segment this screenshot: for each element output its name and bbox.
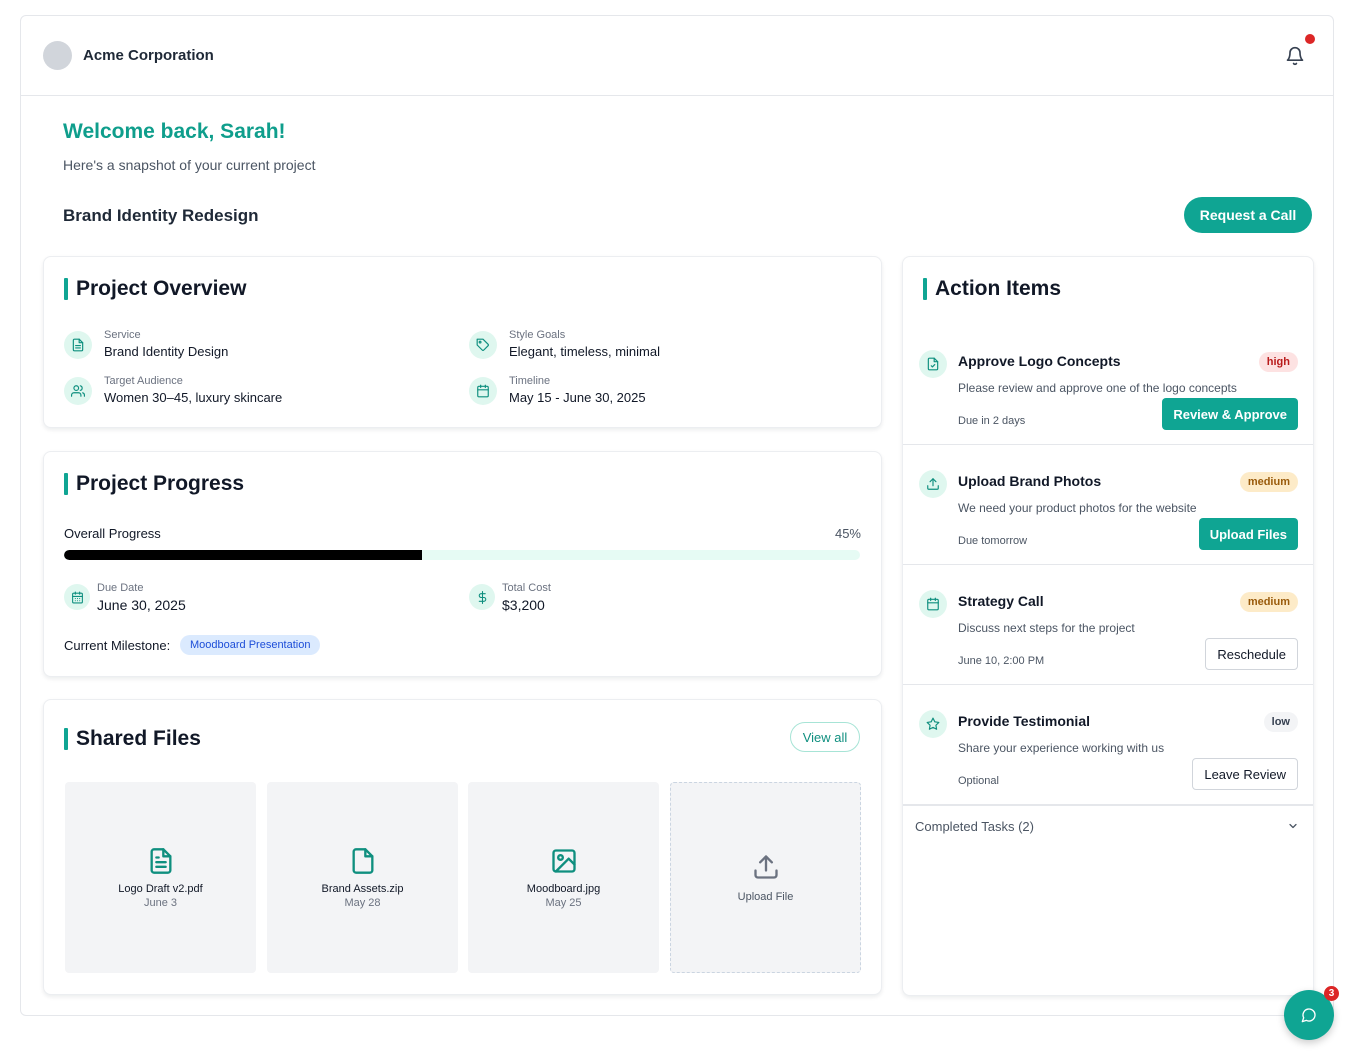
action-item: Strategy Call medium Discuss next steps … bbox=[903, 565, 1313, 685]
action-due: Due tomorrow bbox=[958, 535, 1028, 547]
overview-label: Target Audience bbox=[104, 375, 183, 387]
total-cost: Total Cost $3,200 bbox=[469, 582, 849, 616]
action-due: Optional bbox=[958, 775, 999, 787]
overall-progress-percent: 45% bbox=[834, 526, 861, 541]
priority-badge: medium bbox=[1239, 472, 1298, 492]
overview-label: Style Goals bbox=[509, 329, 566, 341]
action-due: Due in 2 days bbox=[958, 415, 1026, 427]
action-item: Provide Testimonial low Share your exper… bbox=[903, 685, 1313, 805]
file-check-icon bbox=[919, 350, 947, 378]
overview-label: Service bbox=[104, 329, 141, 341]
request-call-button[interactable]: Request a Call bbox=[1184, 197, 1312, 233]
calendar-icon bbox=[919, 590, 947, 618]
overview-value: Brand Identity Design bbox=[104, 344, 229, 359]
file-tile[interactable]: Logo Draft v2.pdf June 3 bbox=[65, 782, 256, 973]
action-item: Upload Brand Photos medium We need your … bbox=[903, 445, 1313, 565]
overview-style-goals: Style Goals Elegant, timeless, minimal bbox=[469, 329, 849, 363]
action-items-card: Action Items Approve Logo Concepts high … bbox=[902, 256, 1314, 996]
document-icon bbox=[64, 331, 92, 359]
action-title: Provide Testimonial bbox=[958, 713, 1090, 729]
progress-bar-fill bbox=[64, 550, 423, 560]
tag-icon bbox=[469, 331, 497, 359]
company-avatar[interactable] bbox=[43, 41, 72, 70]
action-title: Strategy Call bbox=[958, 593, 1044, 609]
overview-timeline: Timeline May 15 - June 30, 2025 bbox=[469, 375, 849, 409]
shared-files-card: Shared Files View all Logo Draft v2.pdf … bbox=[43, 699, 882, 995]
company-name: Acme Corporation bbox=[83, 47, 214, 64]
upload-file-label: Upload File bbox=[737, 890, 794, 903]
priority-badge: medium bbox=[1239, 592, 1298, 612]
calendar-icon bbox=[469, 377, 497, 405]
dollar-icon bbox=[469, 584, 495, 610]
overview-label: Timeline bbox=[509, 375, 551, 387]
overview-service: Service Brand Identity Design bbox=[64, 329, 444, 363]
action-title: Upload Brand Photos bbox=[958, 473, 1102, 489]
chevron-down-icon bbox=[1289, 823, 1297, 829]
completed-tasks-label: Completed Tasks (2) bbox=[915, 819, 1034, 834]
action-description: Discuss next steps for the project bbox=[958, 621, 1135, 635]
milestone-badge: Moodboard Presentation bbox=[180, 635, 321, 655]
overview-value: Elegant, timeless, minimal bbox=[509, 344, 660, 359]
notification-dot bbox=[1305, 34, 1315, 44]
action-description: Share your experience working with us bbox=[958, 741, 1165, 755]
priority-badge: high bbox=[1258, 352, 1298, 372]
file-name: Logo Draft v2.pdf bbox=[118, 882, 203, 895]
overview-target-audience: Target Audience Women 30–45, luxury skin… bbox=[64, 375, 444, 409]
current-milestone-label: Current Milestone: bbox=[64, 638, 171, 653]
file-name: Brand Assets.zip bbox=[321, 882, 404, 895]
due-date-label: Due Date bbox=[97, 582, 144, 594]
completed-tasks-toggle[interactable]: Completed Tasks (2) bbox=[903, 805, 1313, 845]
file-tile[interactable]: Brand Assets.zip May 28 bbox=[267, 782, 458, 973]
top-bar: Acme Corporation bbox=[21, 16, 1333, 96]
file-date: May 28 bbox=[344, 896, 381, 909]
users-icon bbox=[64, 377, 92, 405]
app-frame: Acme Corporation Welcome back, Sarah! He… bbox=[20, 15, 1334, 1016]
overview-value: Women 30–45, luxury skincare bbox=[104, 390, 283, 405]
reschedule-button[interactable]: Reschedule bbox=[1205, 638, 1298, 670]
file-text-icon bbox=[150, 847, 171, 874]
progress-title: Project Progress bbox=[64, 472, 244, 496]
overall-progress-label: Overall Progress bbox=[64, 526, 161, 541]
project-overview-card: Project Overview Service Brand Identity … bbox=[43, 256, 882, 428]
shared-files-title: Shared Files bbox=[64, 727, 201, 751]
leave-review-button[interactable]: Leave Review bbox=[1192, 758, 1298, 790]
action-description: Please review and approve one of the log… bbox=[958, 381, 1237, 395]
calendar-icon bbox=[64, 584, 90, 610]
bell-icon[interactable] bbox=[1285, 46, 1305, 66]
file-tile[interactable]: Moodboard.jpg May 25 bbox=[468, 782, 659, 973]
action-title: Approve Logo Concepts bbox=[958, 353, 1121, 369]
image-icon bbox=[551, 848, 576, 873]
welcome-subtitle: Here's a snapshot of your current projec… bbox=[63, 157, 316, 173]
priority-badge: low bbox=[1263, 712, 1298, 732]
project-progress-card: Project Progress Overall Progress 45% Du… bbox=[43, 451, 882, 677]
file-icon bbox=[352, 847, 373, 874]
due-date-value: June 30, 2025 bbox=[97, 597, 186, 613]
review-approve-button[interactable]: Review & Approve bbox=[1162, 398, 1298, 430]
file-date: June 3 bbox=[143, 896, 178, 909]
overview-title: Project Overview bbox=[64, 277, 246, 301]
due-date: Due Date June 30, 2025 bbox=[64, 582, 444, 616]
upload-icon bbox=[753, 854, 778, 879]
star-icon bbox=[919, 710, 947, 738]
action-item: Approve Logo Concepts high Please review… bbox=[903, 325, 1313, 445]
upload-files-button[interactable]: Upload Files bbox=[1198, 518, 1298, 550]
action-description: We need your product photos for the webs… bbox=[958, 501, 1197, 515]
upload-file-tile[interactable]: Upload File bbox=[670, 782, 861, 973]
progress-bar bbox=[64, 550, 860, 560]
project-name: Brand Identity Redesign bbox=[63, 206, 259, 225]
overview-value: May 15 - June 30, 2025 bbox=[509, 390, 646, 405]
chat-unread-badge: 3 bbox=[1324, 986, 1339, 1001]
view-all-button[interactable]: View all bbox=[790, 722, 860, 752]
file-date: May 25 bbox=[545, 896, 582, 909]
welcome-title: Welcome back, Sarah! bbox=[63, 120, 286, 143]
action-due: June 10, 2:00 PM bbox=[958, 655, 1045, 667]
total-cost-value: $3,200 bbox=[502, 597, 545, 613]
upload-icon bbox=[919, 470, 947, 498]
action-items-title: Action Items bbox=[923, 277, 1061, 301]
chat-icon bbox=[1301, 1008, 1316, 1023]
total-cost-label: Total Cost bbox=[502, 582, 551, 594]
file-name: Moodboard.jpg bbox=[526, 882, 601, 895]
